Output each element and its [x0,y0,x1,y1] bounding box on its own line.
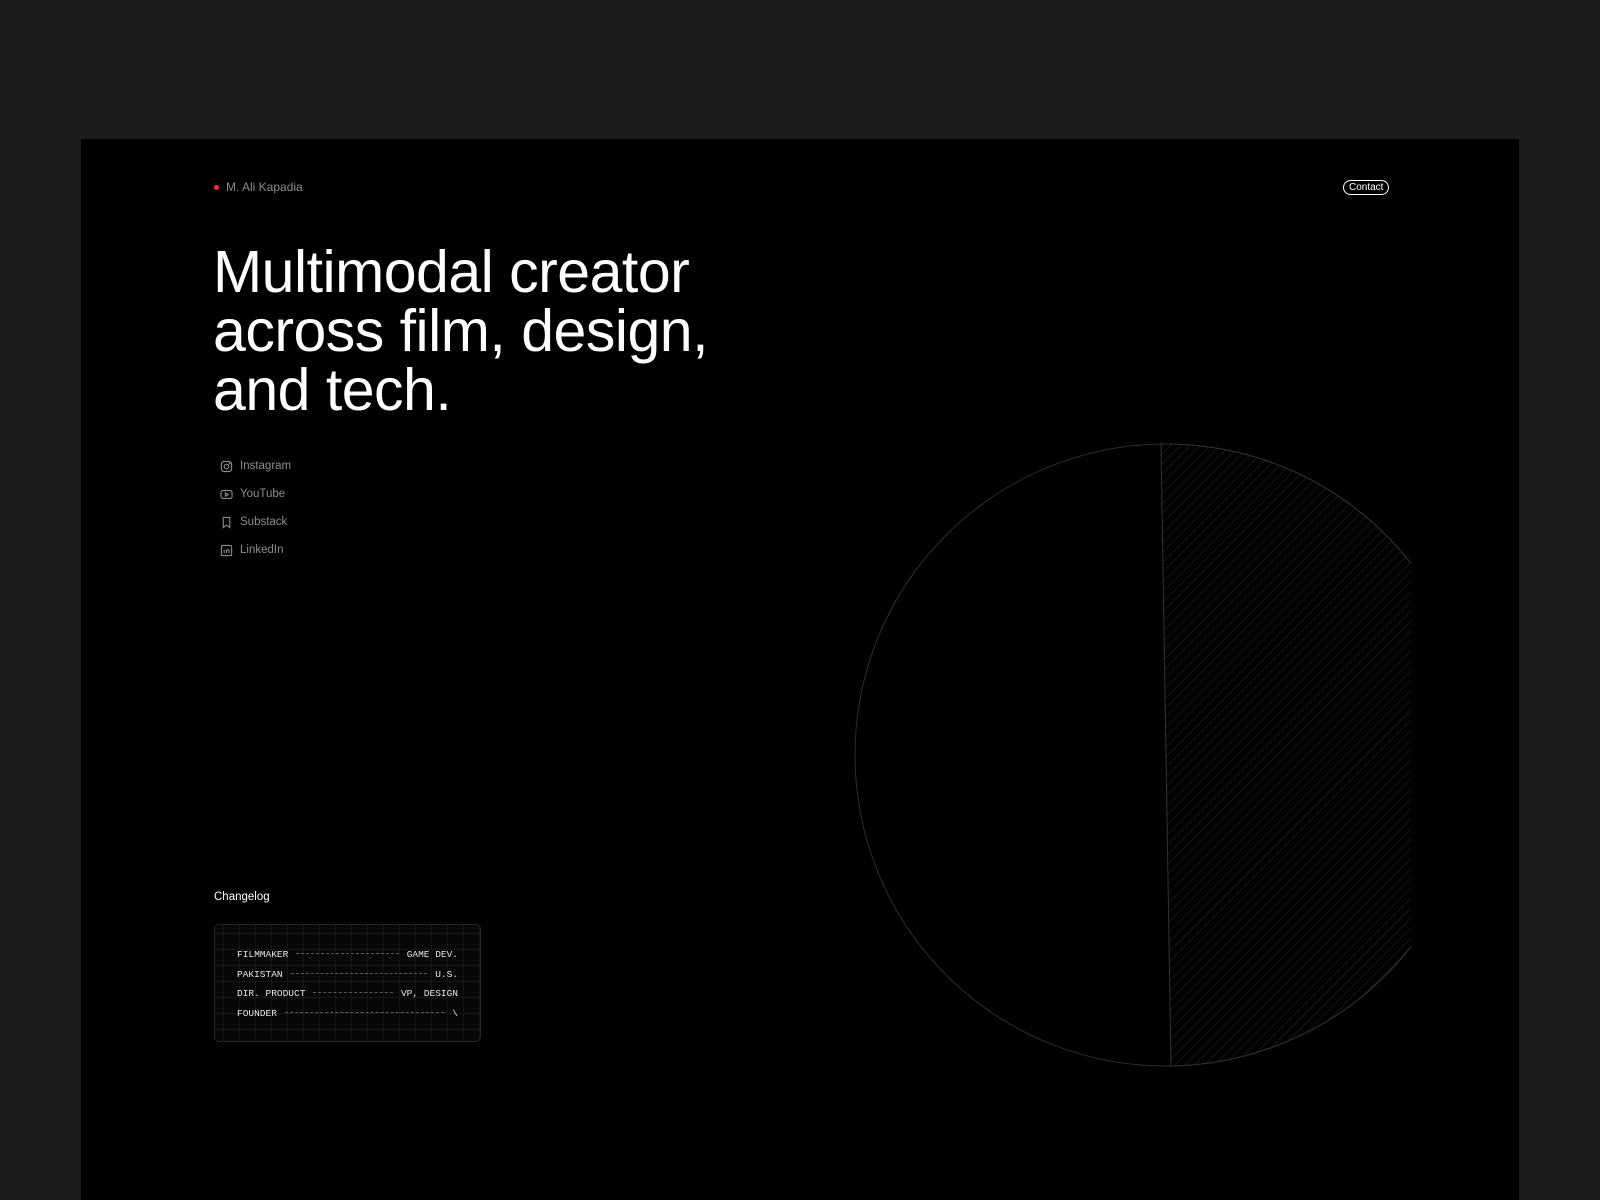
social-link-youtube[interactable]: YouTube [220,480,291,508]
changelog-row: FILMMAKER GAME DEV. [237,945,458,965]
changelog-from: FOUNDER [237,1007,277,1019]
social-link-label: LinkedIn [240,544,284,556]
youtube-icon [220,489,233,499]
dashed-connector [284,1011,445,1013]
linkedin-icon [220,544,233,556]
changelog-from: DIR. PRODUCT [237,988,306,1000]
dashed-connector [290,972,428,974]
changelog-panel: FILMMAKER GAME DEV. PAKISTAN U.S. DIR. P… [214,924,481,1042]
dashed-connector [296,953,399,955]
changelog-row: PAKISTAN U.S. [237,965,458,985]
page-frame: M. Ali Kapadia Contact Multimodal creato… [81,139,1519,1200]
brand[interactable]: M. Ali Kapadia [214,180,303,194]
social-link-label: YouTube [240,488,286,500]
social-link-label: Substack [240,516,288,528]
hatched-half [1160,443,1411,1067]
dashed-connector [313,992,393,994]
social-link-instagram[interactable]: Instagram [220,452,291,480]
changelog-to: \ [452,1007,458,1019]
changelog-row: DIR. PRODUCT VP, DESIGN [237,984,458,1004]
hero-headline: Multimodal creator across film, design, … [213,243,833,420]
changelog-to: VP, DESIGN [400,988,458,1000]
social-links: Instagram YouTube Substack LinkedIn [220,452,291,564]
instagram-icon [220,460,233,472]
changelog-to: U.S. [435,968,458,980]
bookmark-icon [222,516,231,529]
status-dot-icon [214,184,219,190]
changelog-row: FOUNDER \ [237,1004,458,1024]
social-link-substack[interactable]: Substack [220,508,291,536]
headline-line-3: and tech. [213,357,452,423]
hero-circle-graphic [854,443,1411,1067]
changelog-from: FILMMAKER [237,949,289,961]
changelog-to: GAME DEV. [406,949,458,961]
brand-name: M. Ali Kapadia [226,180,303,194]
contact-button[interactable]: Contact [1343,180,1390,195]
changelog-from: PAKISTAN [237,968,283,980]
headline-line-1: Multimodal creator [213,239,690,305]
headline-line-2: across film, design, [213,298,708,364]
social-link-label: Instagram [240,460,292,472]
social-link-linkedin[interactable]: LinkedIn [220,536,291,564]
changelog-title: Changelog [214,891,270,903]
